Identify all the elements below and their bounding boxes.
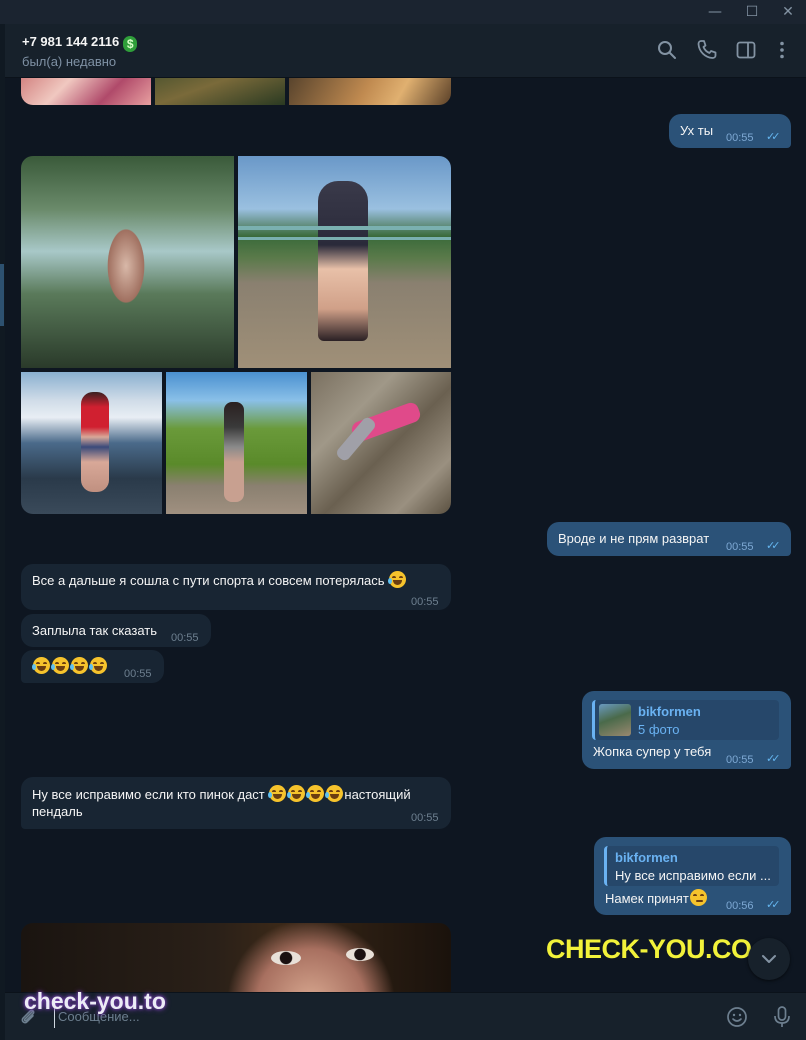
read-receipt-icon: ✓✓ [766, 130, 781, 143]
laughing-emoji-icon [388, 571, 407, 588]
reply-author: bikformen [615, 850, 678, 865]
photo-album-previous[interactable] [21, 78, 451, 105]
photo-album[interactable] [21, 156, 451, 514]
laughing-emoji-icon [51, 657, 69, 674]
dollar-badge-icon: $ [123, 36, 138, 52]
message-time: 00:55 [124, 668, 152, 680]
incoming-message[interactable]: Ну все исправимо если кто пинок даст нас… [21, 777, 451, 829]
message-text-line2: пендаль [32, 804, 83, 819]
photo-selfie[interactable] [21, 923, 451, 992]
message-text: Все а дальше я сошла с пути спорта и сов… [32, 571, 407, 590]
microphone-icon[interactable] [771, 1005, 793, 1029]
peer-status: был(а) недавно [22, 54, 117, 69]
outgoing-message[interactable]: Вроде и не прям разврат 00:55 ✓✓ [547, 522, 791, 556]
reply-preview[interactable]: bikformen Ну все исправимо если ... [604, 846, 779, 886]
incoming-message[interactable]: Все а дальше я сошла с пути спорта и сов… [21, 564, 451, 610]
reply-preview[interactable]: bikformen 5 фото [592, 700, 779, 740]
message-time: 00:55 [171, 632, 199, 644]
laughing-emoji-icon [306, 785, 325, 802]
peer-phone: +7 981 144 2116 [22, 34, 120, 49]
message-time: 00:55 [411, 596, 439, 608]
laughing-emoji-icon [325, 785, 344, 802]
laughing-emoji-icon [89, 657, 107, 674]
photo-thumb[interactable] [21, 78, 151, 105]
read-receipt-icon: ✓✓ [766, 539, 781, 552]
photo-thumb [21, 923, 451, 992]
message-text: Вроде и не прям разврат [558, 531, 710, 546]
reply-author: bikformen [638, 704, 701, 719]
search-icon[interactable] [655, 38, 679, 62]
message-text: Жопка супер у тебя [593, 744, 712, 759]
message-text-body: Все а дальше я сошла с пути спорта и сов… [32, 573, 385, 588]
photo-waterfall-2[interactable] [21, 372, 162, 514]
read-receipt-icon: ✓✓ [766, 752, 781, 765]
reply-thumbnail [599, 704, 631, 736]
close-button[interactable]: ✕ [773, 2, 803, 22]
sidebar-toggle-icon[interactable] [734, 38, 758, 62]
photo-rocks[interactable] [311, 372, 451, 514]
outgoing-message[interactable]: bikformen Ну все исправимо если ... Наме… [594, 837, 791, 915]
message-text-body: Ну все исправимо если кто пинок даст [32, 787, 265, 802]
outgoing-message[interactable]: bikformen 5 фото Жопка супер у тебя 00:5… [582, 691, 791, 769]
message-time: 00:55 [726, 541, 754, 553]
laughing-emoji-icon [70, 657, 88, 674]
photo-thumb[interactable] [289, 78, 451, 105]
phone-icon[interactable] [695, 38, 719, 62]
message-time: 00:55 [726, 132, 754, 144]
watermark-logo: check-you.to [24, 988, 166, 1014]
reply-excerpt: Ну все исправимо если ... [615, 868, 771, 883]
read-receipt-icon: ✓✓ [766, 898, 781, 911]
minimize-button[interactable]: — [700, 2, 730, 22]
message-time: 00:55 [726, 754, 754, 766]
message-time: 00:55 [411, 812, 439, 824]
peer-name[interactable]: +7 981 144 2116 $ [22, 34, 138, 52]
laughing-emoji-icon [32, 657, 50, 674]
message-text-tail: настоящий [344, 787, 411, 802]
chevron-down-icon [762, 955, 776, 963]
chat-header[interactable]: +7 981 144 2116 $ был(а) недавно [5, 24, 806, 78]
laughing-emoji-icon [287, 785, 306, 802]
photo-bridge[interactable] [238, 156, 451, 368]
smirk-emoji-icon [689, 889, 707, 906]
chat-history[interactable]: Ух ты 00:55 ✓✓ Вроде и не прям разврат 0… [5, 78, 806, 992]
message-time: 00:56 [726, 900, 754, 912]
reply-summary: 5 фото [638, 722, 680, 737]
message-text: Ух ты [680, 123, 714, 138]
emoji-row [32, 657, 108, 676]
incoming-message[interactable]: 00:55 [21, 650, 164, 683]
window-title-bar: — ☐ ✕ [0, 0, 806, 24]
emoji-icon[interactable] [726, 1006, 748, 1028]
scroll-to-bottom-button[interactable] [748, 938, 790, 980]
left-panel-accent [0, 264, 4, 326]
message-text: Намек принят [605, 889, 708, 908]
message-text-body: Намек принят [605, 891, 689, 906]
photo-field[interactable] [166, 372, 307, 514]
photo-waterfall-1[interactable] [21, 156, 234, 368]
photo-thumb[interactable] [155, 78, 285, 105]
more-vertical-icon[interactable] [770, 38, 794, 62]
message-text: Заплыла так сказать [32, 623, 158, 638]
laughing-emoji-icon [268, 785, 287, 802]
maximize-button[interactable]: ☐ [737, 2, 767, 22]
outgoing-message[interactable]: Ух ты 00:55 ✓✓ [669, 114, 791, 148]
watermark-banner: CHECK-YOU.CO [546, 934, 752, 964]
incoming-message[interactable]: Заплыла так сказать 00:55 [21, 614, 211, 647]
message-text: Ну все исправимо если кто пинок даст нас… [32, 785, 411, 804]
